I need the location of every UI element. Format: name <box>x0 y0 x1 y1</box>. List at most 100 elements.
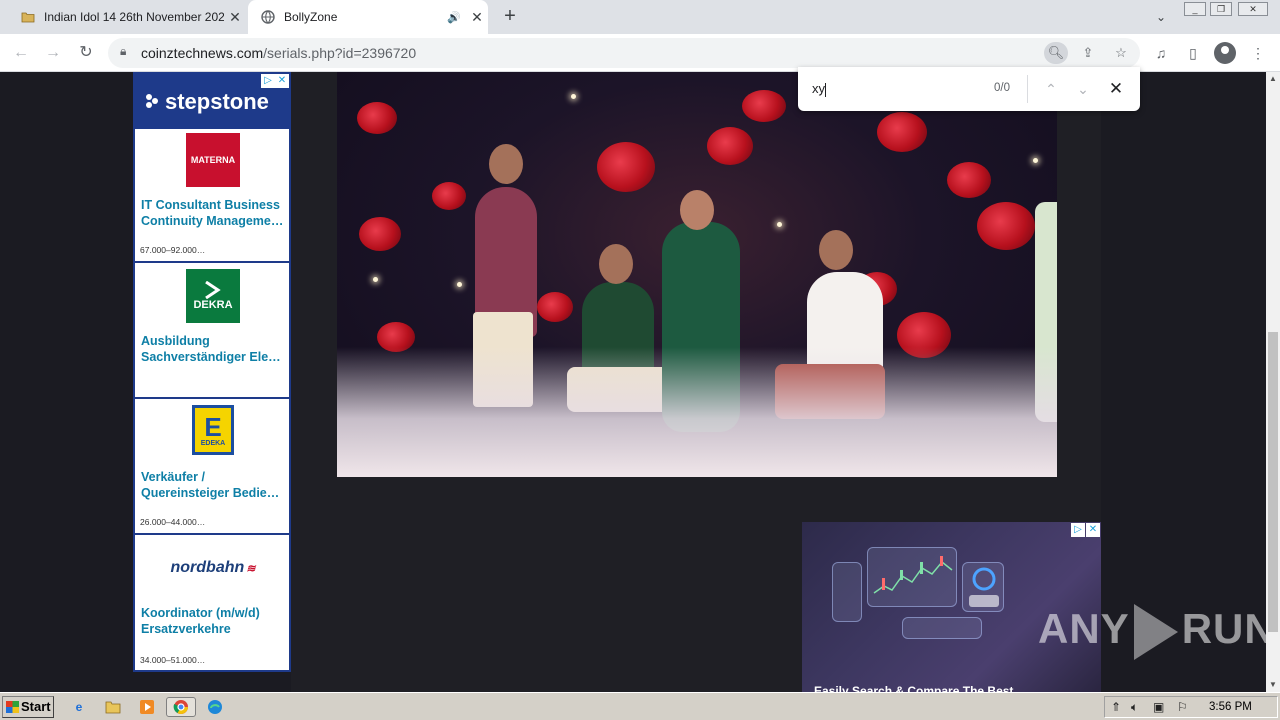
rose-decoration <box>359 217 401 251</box>
rose-decoration <box>537 292 573 322</box>
ad-card-nordbahn[interactable]: nordbahn ≋ Koordinator (m/w/d) Ersatzverk… <box>135 537 289 671</box>
file-explorer-icon[interactable] <box>102 697 124 717</box>
find-match-count: 0/0 <box>994 82 1010 94</box>
performer-head <box>489 144 523 184</box>
media-player-icon[interactable] <box>136 697 158 717</box>
side-panel-icon[interactable]: ▯ <box>1182 42 1204 64</box>
windows-taskbar: Start e ⇑ 🔈︎ ▣ ⚐ 3:56 PM <box>0 692 1280 720</box>
speaker-icon[interactable]: 🔊 <box>446 11 462 24</box>
chrome-icon[interactable] <box>166 697 196 717</box>
tab-title: BollyZone <box>284 10 338 24</box>
action-center-flag-icon[interactable]: ⚐ <box>1177 700 1188 714</box>
ad-card-dekra[interactable]: DEKRA Ausbildung Sachverständiger Elek… <box>135 265 289 399</box>
stepstone-ad[interactable]: stepstone ▷ ✕ MATERNA IT Consultant Busi… <box>133 72 291 672</box>
find-bar-divider <box>1027 75 1028 103</box>
edge-icon[interactable] <box>204 697 226 717</box>
ad-card-edeka[interactable]: E EDEKA Verkäufer / Quereinsteiger Bedie… <box>135 401 289 535</box>
performer-head <box>680 190 714 230</box>
edeka-e-glyph: E <box>204 411 222 442</box>
find-bar: xy 0/0 ⌃ ⌄ ✕ <box>798 67 1140 111</box>
minimize-button[interactable]: _ <box>1184 2 1206 16</box>
ad-card-title[interactable]: Verkäufer / Quereinsteiger Bedie… <box>141 469 287 501</box>
url-text[interactable]: coinztechnews.com/serials.php?id=2396720 <box>141 45 416 61</box>
sparkle <box>777 222 782 227</box>
forward-button[interactable]: → <box>40 40 66 66</box>
folder-icon <box>20 9 36 25</box>
web-page: stepstone ▷ ✕ MATERNA IT Consultant Busi… <box>0 72 1266 692</box>
scroll-down-arrow-icon[interactable]: ▼ <box>1266 678 1280 692</box>
rose-decoration <box>877 112 927 152</box>
rose-decoration <box>432 182 466 210</box>
tray-expand-icon[interactable]: ⇑ <box>1111 700 1121 714</box>
lock-icon[interactable]: 🔒︎ <box>120 44 126 59</box>
ad-card-salary: 34.000–51.000… <box>140 655 206 665</box>
close-tab-icon[interactable]: ✕ <box>466 9 488 26</box>
tab-title: Indian Idol 14 26th November 2023 <box>44 10 224 24</box>
address-bar[interactable]: 🔒︎ coinztechnews.com/serials.php?id=2396… <box>108 38 1140 68</box>
candlestick-chart-icon <box>873 556 953 594</box>
ad-card-salary: 67.000–92.000… <box>140 245 206 255</box>
sparkle <box>457 282 462 287</box>
ad-choices-icon[interactable]: ▷ <box>261 74 275 88</box>
rose-decoration <box>597 142 655 192</box>
find-in-page-icon[interactable]: 🔍︎ <box>1044 42 1068 64</box>
video-player[interactable] <box>337 72 1057 477</box>
stage-fog <box>337 347 1057 477</box>
materna-logo: MATERNA <box>186 133 240 187</box>
ad-side-panel <box>832 562 862 622</box>
back-button[interactable]: ← <box>8 40 34 66</box>
close-window-button[interactable]: ✕ <box>1238 2 1268 16</box>
find-input[interactable]: xy <box>812 81 826 97</box>
play-triangle-icon <box>1133 604 1178 660</box>
profile-avatar-icon[interactable] <box>1214 42 1236 64</box>
rose-decoration <box>707 127 753 165</box>
more-menu-icon[interactable]: ⋮ <box>1247 42 1269 64</box>
volume-icon[interactable]: 🔈︎ <box>1131 700 1138 715</box>
ad-chart-panel <box>867 547 957 607</box>
sparkle <box>373 277 378 282</box>
scrollbar-thumb[interactable] <box>1268 332 1278 632</box>
ad-close-icon[interactable]: ✕ <box>275 74 289 88</box>
tab-indian-idol[interactable]: Indian Idol 14 26th November 2023 ✕ <box>8 0 246 34</box>
reload-button[interactable]: ↻ <box>73 40 99 66</box>
system-tray: ⇑ 🔈︎ ▣ ⚐ 3:56 PM <box>1104 696 1278 718</box>
find-previous-chevron-up-icon[interactable]: ⌃ <box>1040 78 1062 100</box>
ad-caption[interactable]: Easily Search & Compare The Best <box>814 684 1013 692</box>
start-button[interactable]: Start <box>2 696 54 718</box>
sparkle <box>1033 158 1038 163</box>
ad-card-title[interactable]: Koordinator (m/w/d) Ersatzverkehre <box>141 605 287 637</box>
ad-card-materna[interactable]: MATERNA IT Consultant Business Continuit… <box>135 129 289 263</box>
find-next-chevron-down-icon[interactable]: ⌄ <box>1072 78 1094 100</box>
share-icon[interactable]: ⇪ <box>1076 42 1100 64</box>
restore-button[interactable]: ❐ <box>1210 2 1232 16</box>
media-control-icon[interactable]: ♫ <box>1150 42 1172 64</box>
chevron-down-icon[interactable]: ⌄ <box>1150 6 1172 28</box>
edeka-logo: E EDEKA <box>192 405 234 455</box>
rose-decoration <box>357 102 397 134</box>
page-scrollbar[interactable]: ▲ ▼ <box>1266 72 1280 692</box>
dekra-arrow-icon <box>205 281 221 299</box>
tab-strip: Indian Idol 14 26th November 2023 ✕ Boll… <box>0 0 1280 34</box>
windows-logo-icon <box>6 701 19 713</box>
clock[interactable]: 3:56 PM <box>1209 701 1252 713</box>
ad-bottom-panel <box>902 617 982 639</box>
rose-decoration <box>947 162 991 198</box>
sparkle <box>571 94 576 99</box>
ad-widget-panel <box>962 562 1004 612</box>
close-tab-icon[interactable]: ✕ <box>224 9 246 26</box>
ad-close-icon[interactable]: ✕ <box>1086 523 1100 537</box>
find-close-icon[interactable]: ✕ <box>1105 78 1127 100</box>
internet-explorer-icon[interactable]: e <box>68 697 90 717</box>
ad-card-title[interactable]: IT Consultant Business Continuity Manage… <box>141 197 287 229</box>
new-tab-button[interactable]: + <box>498 5 522 29</box>
ad-choices-icon[interactable]: ▷ <box>1071 523 1085 537</box>
network-icon[interactable]: ▣ <box>1153 700 1164 714</box>
bookmark-star-icon[interactable]: ☆ <box>1109 42 1133 64</box>
ad-card-title[interactable]: Ausbildung Sachverständiger Elek… <box>141 333 287 365</box>
anyrun-watermark: ANY RUN <box>1038 604 1276 660</box>
nordbahn-logo: nordbahn ≋ <box>161 541 265 595</box>
globe-icon <box>260 9 276 25</box>
rose-decoration <box>977 202 1035 250</box>
scroll-up-arrow-icon[interactable]: ▲ <box>1266 72 1280 86</box>
tab-bollyzone[interactable]: BollyZone 🔊 ✕ <box>248 0 488 34</box>
